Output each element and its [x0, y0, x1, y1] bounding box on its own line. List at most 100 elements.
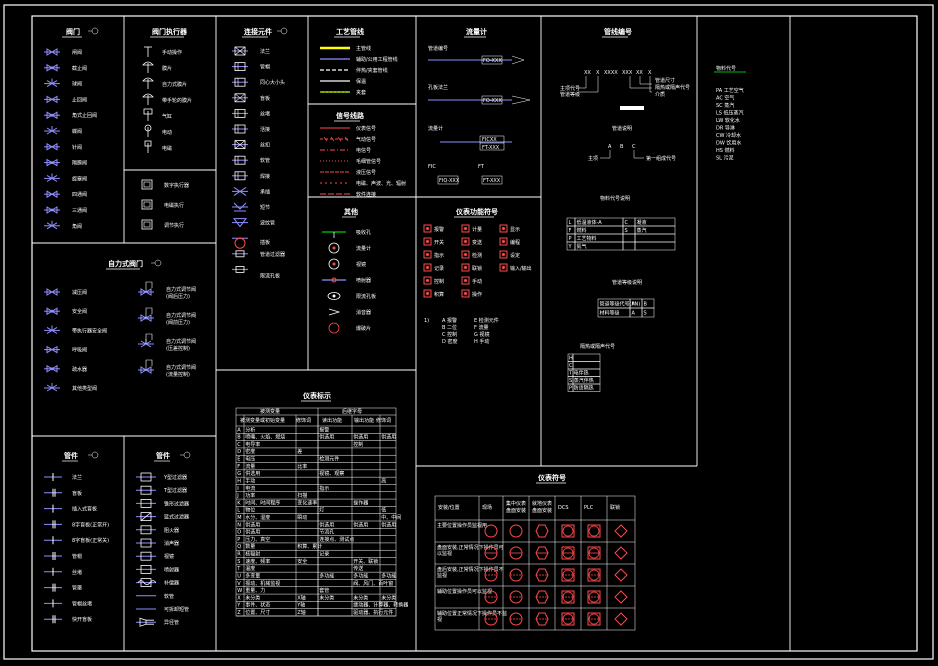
- il-cell: H: [237, 478, 241, 484]
- il-cell: Z轴: [297, 609, 305, 616]
- legend-item: CW 冷却水: [716, 132, 741, 139]
- function-label: 指示: [434, 252, 444, 259]
- class-cell: B: [644, 302, 648, 308]
- il-cell: 未分类: [319, 594, 334, 601]
- fitting-right-label: 视镜: [164, 553, 174, 560]
- self-valve-label: (压差控制): [166, 345, 190, 352]
- il-subheader: 读出功能: [322, 417, 342, 424]
- il-cell: 电流: [245, 485, 255, 492]
- fitting-label: 焊接: [260, 173, 270, 180]
- is-header: 盘面安装: [532, 507, 552, 514]
- il-cell: 灯: [319, 507, 324, 514]
- flow-box: FIQ-XXX: [439, 178, 460, 184]
- fitting-left-label: 盲板: [72, 490, 82, 497]
- function-label: 记录: [434, 265, 444, 272]
- actuator-label: 气缸: [162, 113, 172, 120]
- table-media-title: 物料代号说明: [600, 195, 630, 202]
- fitting-left-label: 8字盲板(正常开): [72, 521, 109, 528]
- il-cell: W: [237, 588, 242, 594]
- il-cell: B: [237, 435, 241, 441]
- il-cell: 供选用: [381, 434, 396, 441]
- fitting-label: 管帽: [260, 64, 270, 71]
- il-header: 被测变量: [260, 408, 280, 415]
- valve-label: 四通阀: [72, 191, 87, 198]
- il-cell: C: [237, 442, 241, 448]
- fitting-left-label: 8字盲板(正常关): [72, 537, 109, 544]
- il-cell: 积算、累计: [297, 543, 322, 550]
- valve-label: 隔膜阀: [72, 160, 87, 167]
- other-label: 爆破片: [356, 325, 371, 332]
- il-cell: 供选用: [319, 434, 334, 441]
- other-label: 流量计: [356, 245, 371, 252]
- legend-bullet: 1): [424, 318, 429, 324]
- il-cell: Y轴: [296, 602, 305, 609]
- flow-box: FO-XXX: [483, 58, 502, 64]
- signal-lines-title: 信号线路: [336, 111, 365, 120]
- il-cell: I: [237, 486, 238, 492]
- il-cell: 压力、真空: [245, 536, 270, 543]
- signal-line-label: 气动信号: [356, 136, 376, 143]
- process-line-label: 伴热/夹套管线: [356, 67, 388, 74]
- function-label: 报警: [434, 226, 444, 233]
- il-cell: 供选用: [245, 529, 260, 536]
- il-cell: 多功能: [381, 572, 396, 579]
- legend-item: SC 蒸汽: [716, 102, 734, 109]
- il-cell: Q: [237, 544, 241, 550]
- function-legend-item: A 报警: [442, 317, 457, 324]
- valve-label: 角阀: [72, 223, 82, 230]
- table-class-title: 管道等级说明: [612, 279, 642, 286]
- il-cell: 控制: [353, 441, 363, 448]
- insul-cell: S 蒸汽伴热: [569, 377, 594, 384]
- insul-cell: C: [569, 363, 573, 369]
- media-cell: S: [625, 228, 628, 234]
- self-valve-label: 减压阀: [72, 289, 87, 296]
- function-legend-item: H 手动: [474, 338, 489, 345]
- process-line-label: 辅助/公用工程管线: [356, 56, 398, 63]
- function-legend-item: F 流量: [474, 324, 488, 331]
- actuator-sub-label: 调节执行: [164, 222, 184, 229]
- fitting-left-label: 法兰: [72, 474, 82, 481]
- il-cell: 记录: [319, 551, 329, 558]
- signal-line-label: 仪表信号: [356, 125, 376, 132]
- il-cell: 开关、联锁: [353, 558, 378, 565]
- process-line-label: 保温: [356, 78, 366, 85]
- self-valve-label: (阀前压力): [166, 319, 190, 326]
- flow-label: 流量计: [428, 125, 443, 132]
- il-cell: R: [237, 552, 241, 558]
- il-cell: S: [237, 559, 240, 565]
- function-legend-item: B 二位: [442, 324, 457, 331]
- valve-label: 角式止回阀: [72, 112, 97, 119]
- is-header: 安装/位置: [438, 504, 460, 511]
- il-cell: V: [237, 581, 241, 587]
- il-cell: 重量、力: [245, 587, 265, 594]
- il-cell: 功率: [245, 492, 255, 499]
- legend-item: HS 燃料: [716, 147, 735, 154]
- function-label: 操作: [472, 291, 482, 298]
- il-cell: 阀、风门、百叶窗: [353, 580, 393, 587]
- self-valve-label: 自力式调节阀: [166, 312, 196, 319]
- process-lines-title: 工艺管线: [336, 27, 364, 36]
- function-label: 显示: [510, 227, 520, 233]
- other-label: 消音器: [356, 309, 371, 316]
- fitting-label: 盲板: [260, 95, 270, 102]
- il-cell: Z: [237, 610, 241, 616]
- il-cell: 手动: [245, 477, 255, 484]
- code-part: X: [596, 70, 600, 76]
- il-cell: 扫描: [297, 492, 307, 499]
- il-cell: 高: [381, 477, 386, 484]
- il-cell: 报警: [319, 426, 329, 433]
- is-row-label: 主要位置操作员监视用: [437, 522, 487, 529]
- function-label: 输入/输出: [510, 265, 532, 272]
- il-cell: 未分类: [353, 594, 368, 601]
- function-label: 手动: [472, 278, 482, 285]
- code-label: 主项: [588, 155, 598, 162]
- function-label: 变送: [472, 239, 482, 246]
- pipe-desc-title: 管道说明: [612, 125, 632, 132]
- is-header: DCS: [558, 505, 569, 511]
- code-part: B: [620, 144, 624, 150]
- il-subheader: 修饰词: [296, 417, 311, 424]
- media-cell: 低温液体-A: [577, 219, 603, 226]
- function-legend-item: E 检测元件: [474, 317, 499, 324]
- self-valves-title: 自力式阀门: [108, 259, 143, 268]
- function-label: 积算: [434, 291, 444, 298]
